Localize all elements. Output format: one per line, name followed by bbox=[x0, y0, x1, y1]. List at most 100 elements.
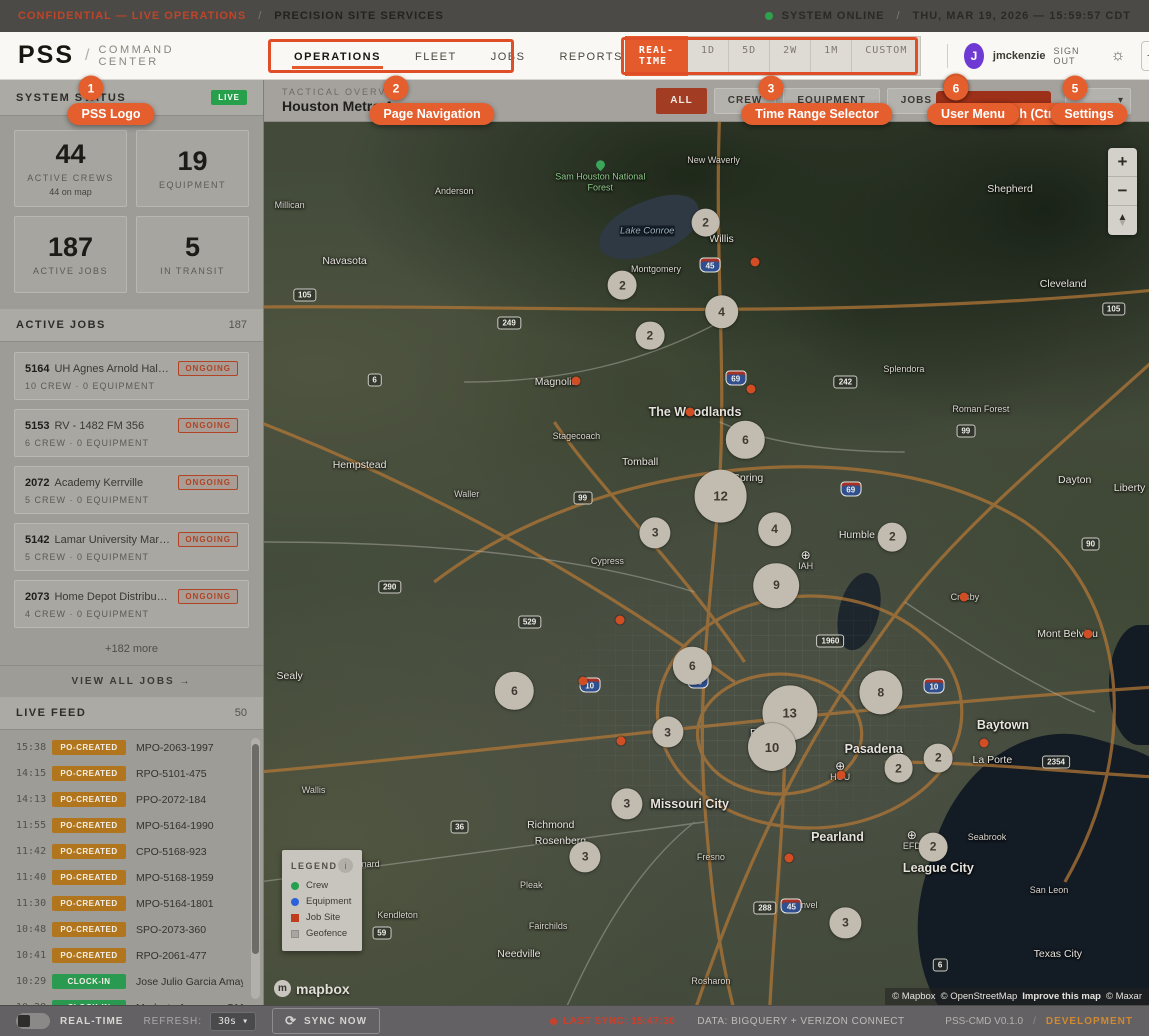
time-range-5d[interactable]: 5D bbox=[729, 35, 771, 76]
map-canvas[interactable]: Sam Houston National Forest New Waverly Sh… bbox=[264, 122, 1149, 1005]
search-shortcut-button[interactable] bbox=[975, 90, 1051, 111]
feed-row: 11:40 PO-CREATED MPO-5168-1959 bbox=[16, 870, 243, 885]
attr-maxar: © Maxar bbox=[1105, 991, 1142, 1002]
feed-row: 11:30 PO-CREATED MPO-5164-1801 bbox=[16, 896, 243, 911]
job-title: Academy Kerrville bbox=[54, 476, 144, 489]
cluster-marker[interactable]: 2 bbox=[923, 743, 953, 773]
map-filter-crew[interactable]: CREW bbox=[713, 87, 777, 114]
zoom-out-button[interactable]: − bbox=[1108, 177, 1137, 206]
feed-time: 11:55 bbox=[16, 820, 47, 831]
legend-job-site-icon bbox=[291, 913, 299, 922]
view-all-jobs-button[interactable]: VIEW ALL JOBS → bbox=[0, 665, 263, 697]
compass-down-icon: ▼ bbox=[1117, 217, 1128, 229]
cluster-marker[interactable]: 4 bbox=[757, 512, 792, 546]
cluster-marker[interactable]: 10 bbox=[747, 723, 796, 772]
feed-scrollbar-thumb[interactable] bbox=[252, 744, 259, 954]
job-card[interactable]: 5153 RV - 1482 FM 356 ONGOING 6 CREW · 0 EQ… bbox=[14, 409, 249, 457]
brightness-icon[interactable]: ☼ bbox=[1111, 47, 1126, 65]
map-filters: ALL CREW EQUIPMENT JOBS bbox=[649, 87, 946, 114]
feed-event-text: MPO-5168-1959 bbox=[136, 871, 214, 884]
job-site-marker[interactable] bbox=[746, 384, 756, 394]
job-site-marker[interactable] bbox=[578, 676, 588, 686]
legend-label: Crew bbox=[306, 880, 329, 891]
map-filter-jobs[interactable]: JOBS bbox=[886, 87, 946, 114]
cluster-marker[interactable]: 2 bbox=[608, 270, 637, 300]
version-separator: / bbox=[1033, 1015, 1036, 1027]
job-card[interactable]: 2073 Home Depot Distribution Center Repai… bbox=[14, 580, 249, 628]
compass-button[interactable]: ▲ ▼ bbox=[1108, 206, 1137, 235]
legend-crew-icon bbox=[291, 881, 299, 890]
job-site-marker[interactable] bbox=[616, 736, 626, 746]
job-site-marker[interactable] bbox=[750, 257, 760, 267]
legend-info-button[interactable]: i bbox=[338, 858, 353, 873]
nav-tab-operations[interactable]: OPERATIONS bbox=[292, 35, 383, 76]
job-site-marker[interactable] bbox=[571, 376, 581, 386]
username[interactable]: jmckenzie bbox=[993, 50, 1046, 62]
feed-row: 10:48 PO-CREATED SPO-2073-360 bbox=[16, 922, 243, 937]
legend-item: Job Site bbox=[291, 912, 353, 923]
map-filter-all[interactable]: ALL bbox=[656, 87, 707, 114]
active-jobs-count: 187 bbox=[228, 319, 247, 331]
job-meta: 5 CREW · 0 EQUIPMENT bbox=[25, 495, 150, 505]
time-range-1m[interactable]: 1M bbox=[811, 35, 853, 76]
job-meta: 4 CREW · 0 EQUIPMENT bbox=[25, 609, 150, 619]
avatar[interactable]: J bbox=[964, 42, 984, 69]
realtime-toggle[interactable] bbox=[16, 1013, 50, 1029]
job-site-marker[interactable] bbox=[784, 853, 794, 863]
job-site-marker[interactable] bbox=[836, 770, 846, 780]
pss-logo[interactable]: PSS bbox=[18, 41, 74, 70]
confidential-label: CONFIDENTIAL — LIVE OPERATIONS bbox=[18, 10, 247, 22]
time-range-selector: REAL-TIME 1D 5D 2W 1M CUSTOM bbox=[624, 35, 922, 76]
bottom-status-bar: REAL-TIME REFRESH: 30s ▾ ⟳ SYNC NOW LAST… bbox=[0, 1005, 1149, 1036]
cluster-marker[interactable]: 2 bbox=[877, 522, 907, 552]
status-separator: / bbox=[896, 10, 901, 22]
job-site-marker[interactable] bbox=[1083, 629, 1093, 639]
job-site-marker[interactable] bbox=[685, 407, 695, 417]
cluster-marker[interactable]: 2 bbox=[884, 753, 913, 783]
cluster-marker[interactable]: 2 bbox=[635, 321, 665, 351]
cluster-marker[interactable]: 12 bbox=[694, 469, 748, 523]
time-range-custom[interactable]: CUSTOM bbox=[852, 35, 922, 76]
refresh-interval-select[interactable]: 30s ▾ bbox=[210, 1011, 257, 1031]
live-feed-count: 50 bbox=[234, 707, 247, 719]
settings-button[interactable]: ☀ bbox=[1141, 40, 1149, 71]
sign-out-button[interactable]: SIGN OUT bbox=[1053, 46, 1092, 66]
map-attribution: © Mapbox © OpenStreetMap Improve this ma… bbox=[885, 988, 1149, 1005]
sync-now-button[interactable]: ⟳ SYNC NOW bbox=[272, 1008, 381, 1034]
map-zoom-control: + − ▲ ▼ bbox=[1108, 148, 1137, 235]
map-filter-equipment[interactable]: EQUIPMENT bbox=[783, 87, 880, 114]
time-range-real-time[interactable]: REAL-TIME bbox=[624, 35, 689, 76]
cluster-marker[interactable]: 4 bbox=[704, 295, 739, 329]
job-site-marker[interactable] bbox=[959, 592, 969, 602]
stat-value: 19 bbox=[177, 146, 208, 177]
time-range-1d[interactable]: 1D bbox=[688, 35, 730, 76]
layers-dropdown[interactable]: ▾ bbox=[1065, 87, 1131, 114]
cluster-marker[interactable]: 2 bbox=[918, 832, 948, 862]
cluster-marker[interactable]: 9 bbox=[753, 562, 800, 609]
mapbox-logo[interactable]: m mapbox bbox=[274, 980, 350, 997]
feed-event-badge: PO-CREATED bbox=[52, 766, 126, 781]
job-card-top: 5142 Lamar University Mary & John Gray Li… bbox=[25, 532, 238, 547]
improve-map-link[interactable]: Improve this map bbox=[1022, 991, 1101, 1002]
job-site-marker[interactable] bbox=[615, 615, 625, 625]
nav-tab-reports[interactable]: REPORTS bbox=[557, 35, 624, 76]
job-site-marker[interactable] bbox=[979, 738, 989, 748]
job-card[interactable]: 2072 Academy Kerrville ONGOING 5 CREW · 0 E… bbox=[14, 466, 249, 514]
job-id: 2072 bbox=[25, 476, 50, 489]
zoom-in-button[interactable]: + bbox=[1108, 148, 1137, 177]
feed-list: 15:38 PO-CREATED MPO-2063-1997 14:15 PO-CREA… bbox=[0, 730, 263, 1005]
nav-tab-jobs[interactable]: JOBS bbox=[489, 35, 528, 76]
feed-time: 14:13 bbox=[16, 794, 47, 805]
job-card[interactable]: 5164 UH Agnes Arnold Hall Renovation- Con… bbox=[14, 352, 249, 400]
stat-label: ACTIVE JOBS bbox=[32, 265, 108, 276]
job-card[interactable]: 5142 Lamar University Mary & John Gray Li… bbox=[14, 523, 249, 571]
time-range-2w[interactable]: 2W bbox=[770, 35, 812, 76]
feed-time: 11:40 bbox=[16, 872, 47, 883]
nav-tab-fleet[interactable]: FLEET bbox=[413, 35, 459, 76]
cluster-marker[interactable]: 2 bbox=[691, 208, 721, 238]
legend-item: Equipment bbox=[291, 896, 353, 907]
feed-event-text: RPO-2061-477 bbox=[136, 949, 207, 962]
feed-time: 11:30 bbox=[16, 898, 47, 909]
sync-now-label: SYNC NOW bbox=[304, 1015, 368, 1027]
job-card-top: 5153 RV - 1482 FM 356 ONGOING bbox=[25, 418, 238, 433]
